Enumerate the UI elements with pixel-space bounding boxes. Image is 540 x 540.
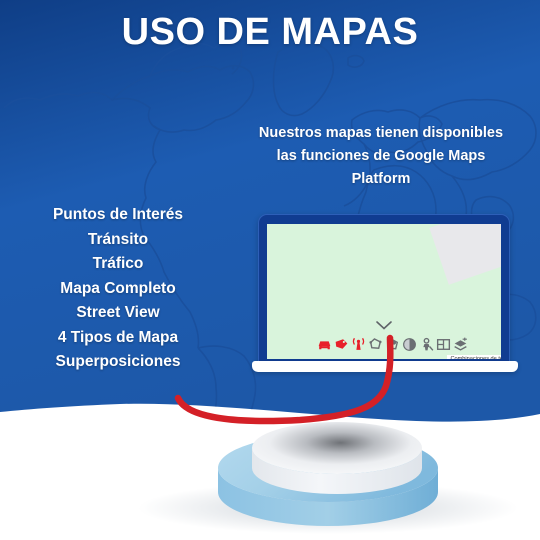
- car-icon[interactable]: [316, 336, 333, 353]
- tagline-line-1: Nuestros mapas tienen disponibles: [258, 125, 504, 141]
- feature-list: Puntos de Interés Tránsito Tráfico Mapa …: [20, 203, 216, 375]
- map-region-polygon: [429, 224, 501, 285]
- map-toolbar[interactable]: [316, 336, 467, 353]
- map-screen[interactable]: Combinaciones de te: [267, 224, 501, 359]
- chevron-down-icon[interactable]: [375, 320, 393, 331]
- tagline-line-2: las funciones de Google Maps: [276, 148, 486, 164]
- feature-item-0: Puntos de Interés: [52, 206, 184, 223]
- tagline-line-3: Platform: [351, 171, 411, 187]
- polygon-outline-icon[interactable]: [367, 336, 384, 353]
- page-title: USO DE MAPAS: [121, 11, 419, 53]
- feature-item-6: Superposiciones: [55, 353, 181, 370]
- laptop-base: [252, 361, 518, 372]
- layers-toggle-icon[interactable]: [401, 336, 418, 353]
- tagline-block: Nuestros mapas tienen disponibles las fu…: [243, 122, 519, 191]
- street-view-pegman-icon[interactable]: [418, 336, 435, 353]
- feature-item-4: Street View: [76, 304, 160, 321]
- map-type-icon[interactable]: [435, 336, 452, 353]
- feature-item-5: 4 Tipos de Mapa: [57, 328, 179, 346]
- feature-item-3: Mapa Completo: [60, 279, 176, 297]
- laptop-mockup: Combinaciones de te: [252, 214, 518, 384]
- transit-tower-icon[interactable]: [350, 336, 367, 353]
- laptop-lid: Combinaciones de te: [258, 214, 510, 364]
- polygon-marker-icon[interactable]: [384, 336, 401, 353]
- infographic-canvas: USO DE MAPAS Nuestros mapas tienen dispo…: [0, 0, 540, 540]
- overlay-stack-icon[interactable]: [452, 336, 469, 353]
- feature-item-2: Tráfico: [92, 255, 144, 272]
- toolbar-tooltip: Combinaciones de te: [447, 355, 501, 359]
- podium-pedestal: [100, 400, 540, 540]
- feature-item-1: Tránsito: [87, 230, 149, 248]
- place-tag-icon[interactable]: [333, 336, 350, 353]
